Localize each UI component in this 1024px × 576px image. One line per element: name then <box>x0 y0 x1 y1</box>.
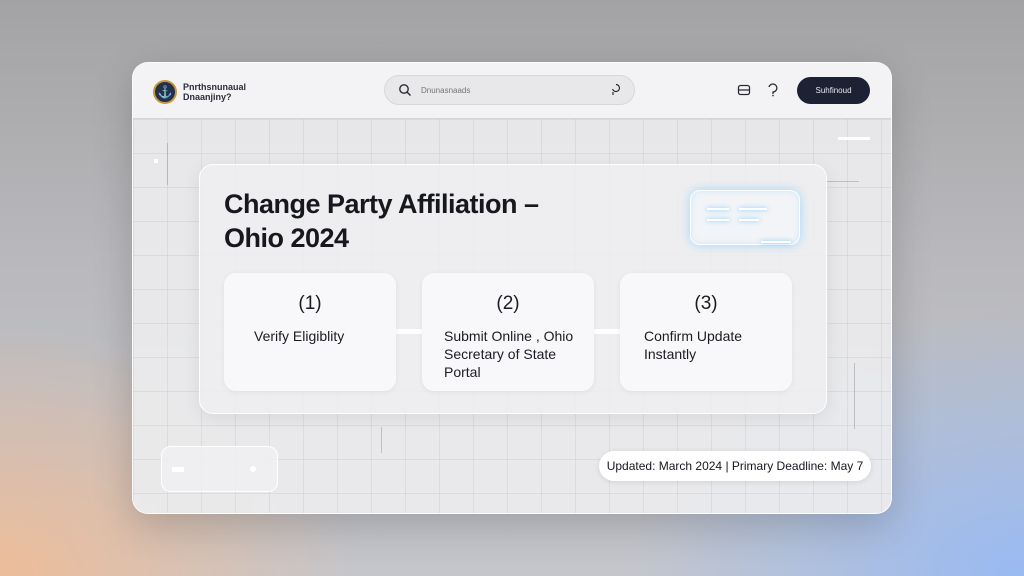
help-icon[interactable] <box>766 83 780 97</box>
step-card-1[interactable]: (1) Verify Eligiblity <box>224 273 396 391</box>
step-label: Submit Online , Ohio Secretary of State … <box>444 328 574 380</box>
grid-accent-line <box>381 427 382 453</box>
party-change-card: Change Party Affiliation – Ohio 2024 (1)… <box>199 164 827 414</box>
grid-accent <box>838 137 870 140</box>
seal-logo-icon[interactable]: ⚓ <box>153 80 177 104</box>
page-title: Change Party Affiliation – Ohio 2024 <box>224 189 539 253</box>
grid-accent-line <box>854 363 855 429</box>
step-number: (2) <box>496 293 520 314</box>
step-connector <box>594 329 620 334</box>
glow-decoration <box>690 190 800 245</box>
search-input[interactable] <box>421 81 601 99</box>
brand-line-2: Dnaanjiny? <box>183 92 232 102</box>
grid-accent-line <box>823 181 859 182</box>
step-number: (3) <box>694 293 718 314</box>
grid-accent <box>154 159 158 163</box>
step-card-2[interactable]: (2) Submit Online , Ohio Secretary of St… <box>422 273 594 391</box>
grid-accent-line <box>167 143 168 185</box>
search-icon[interactable] <box>398 83 412 97</box>
mic-icon[interactable] <box>610 83 622 97</box>
widget-bar <box>172 467 184 472</box>
search-bar[interactable] <box>384 75 635 105</box>
step-card-3[interactable]: (3) Confirm Update Instantly <box>620 273 792 391</box>
step-label: Confirm Update Instantly <box>644 328 743 362</box>
brand-name[interactable]: Pnrthsnunaual Dnaanjiny? <box>183 82 246 102</box>
brand-line-1: Pnrthsnunaual <box>183 82 247 92</box>
top-bar: ⚓ Pnrthsnunaual Dnaanjiny? Suhfinoud <box>133 63 891 119</box>
app-window: ⚓ Pnrthsnunaual Dnaanjiny? Suhfinoud <box>132 62 892 514</box>
widget-dot <box>250 466 256 472</box>
window-icon[interactable] <box>737 83 751 97</box>
step-label: Verify Eligiblity <box>254 328 345 344</box>
account-button[interactable]: Suhfinoud <box>797 77 870 104</box>
step-number: (1) <box>298 293 322 314</box>
mini-widget[interactable] <box>161 446 278 492</box>
update-status-badge: Updated: March 2024 | Primary Deadline: … <box>599 451 871 481</box>
step-connector <box>396 329 422 334</box>
